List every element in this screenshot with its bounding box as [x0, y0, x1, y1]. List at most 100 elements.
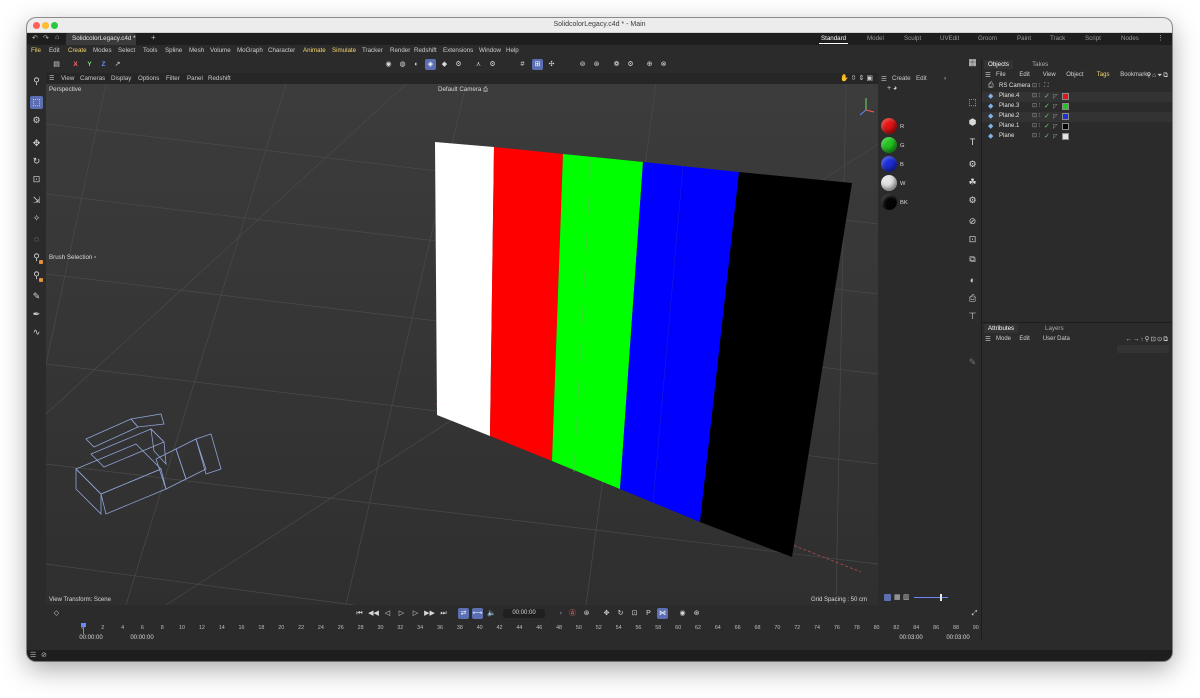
object-name[interactable]: Plane.2	[999, 113, 1019, 119]
spline-object-icon[interactable]: ⊡	[966, 233, 979, 246]
grid-snap-icon[interactable]: #	[517, 59, 528, 70]
enabled-check-icon[interactable]: ✓	[1044, 102, 1050, 110]
material-tag-swatch[interactable]	[1062, 123, 1069, 130]
object-row-rs-camera[interactable]: ⎙RS Camera⊡ ⁝⛶	[982, 82, 1172, 92]
go-to-start-icon[interactable]: ⏮	[354, 608, 365, 619]
back-icon[interactable]: ←	[1125, 336, 1133, 343]
viewport-menu-cameras[interactable]: Cameras	[80, 75, 105, 82]
move-tool-icon[interactable]: ✥	[30, 137, 43, 150]
render-picture-icon[interactable]: ▦	[966, 56, 979, 69]
visibility-toggle-icon[interactable]: ⊡ ⁝	[1032, 82, 1041, 89]
viewport-menu-panel[interactable]: Panel	[187, 75, 203, 82]
menu-help[interactable]: Help	[506, 47, 519, 54]
max-time-field[interactable]: 00:03:00	[943, 634, 973, 643]
3d-viewport[interactable]: Perspective Default Camera ⎙ Brush Selec…	[46, 84, 878, 605]
model-mode-icon[interactable]: ◉	[383, 59, 394, 70]
objects-menu-edit[interactable]: Edit	[1019, 72, 1029, 78]
text-spline-icon[interactable]: T	[966, 136, 979, 149]
rotate-tool-icon[interactable]: ↻	[30, 155, 43, 168]
status-menu-icon[interactable]: ☰	[30, 651, 36, 659]
null-object-icon[interactable]: ⬚	[966, 96, 979, 109]
viewport-menu-filter[interactable]: Filter	[166, 75, 180, 82]
pan-icon[interactable]: ✋	[840, 75, 849, 82]
white-plane[interactable]	[435, 142, 494, 436]
material-swatch[interactable]	[881, 137, 897, 153]
viewport-canvas[interactable]	[46, 84, 878, 605]
brush-selection-icon[interactable]: ⚲	[30, 251, 43, 264]
menu-edit[interactable]: Edit	[49, 47, 60, 54]
polygons-mode-icon[interactable]: ◆	[439, 59, 450, 70]
material-swatch[interactable]	[881, 194, 897, 210]
home-icon[interactable]: ⌂	[55, 34, 59, 41]
previous-frame-icon[interactable]: ◁	[382, 608, 393, 619]
menu-mograph[interactable]: MoGraph	[237, 47, 263, 54]
expand-timeline-icon[interactable]: ⤢	[969, 608, 980, 619]
rotate-key-icon[interactable]: ↻	[615, 608, 626, 619]
deformer-icon[interactable]: ⚙	[966, 194, 979, 207]
workspace-tab-groom[interactable]: Groom	[978, 35, 997, 42]
menu-volume[interactable]: Volume	[210, 47, 231, 54]
transform-tool-icon[interactable]: ⚙	[30, 114, 43, 127]
more-options-icon[interactable]: ⋮	[1157, 34, 1164, 42]
texture-tag-icon[interactable]: ◸	[1053, 103, 1058, 110]
camera-tag-icon[interactable]: ⛶	[1044, 82, 1049, 90]
workspace-tab-script[interactable]: Script	[1085, 35, 1101, 42]
y-axis-lock-button[interactable]: Y	[84, 59, 95, 70]
coordinate-system-icon[interactable]: ↗	[112, 59, 123, 70]
menu-character[interactable]: Character	[268, 47, 295, 54]
object-name[interactable]: RS Camera	[999, 83, 1030, 89]
texture-tag-icon[interactable]: ◸	[1053, 133, 1058, 140]
objects-tab-takes[interactable]: Takes	[1028, 60, 1052, 69]
objects-menu-tags[interactable]: Tags	[1097, 72, 1110, 78]
attributes-menu-icon[interactable]: ☰	[985, 335, 991, 343]
new-window-icon[interactable]: ⧉	[1163, 336, 1169, 343]
viewport-menu-view[interactable]: View	[61, 75, 74, 82]
attributes-menu-user-data[interactable]: User Data	[1043, 336, 1070, 342]
visibility-toggle-icon[interactable]: ⊡ ⁝	[1032, 112, 1041, 119]
live-selection-icon[interactable]: ⚲	[30, 269, 43, 282]
loop-icon[interactable]: ⇄	[458, 608, 469, 619]
uv-mode-icon[interactable]: ⚙	[453, 59, 464, 70]
redo-icon[interactable]: ↷	[43, 34, 49, 42]
picture-viewer-icon[interactable]: ⊕	[644, 59, 655, 70]
move-key-icon[interactable]: ✥	[601, 608, 612, 619]
material-item-bk[interactable]: BK	[881, 194, 961, 211]
texture-tag-icon[interactable]: ◸	[1053, 123, 1058, 130]
object-mode-icon[interactable]: ◍	[397, 59, 408, 70]
paint-brush-icon[interactable]: ✎	[30, 290, 43, 303]
points-mode-icon[interactable]: ◈	[425, 59, 436, 70]
enabled-check-icon[interactable]: ✓	[1044, 112, 1050, 120]
material-menu-edit[interactable]: Edit	[916, 75, 927, 82]
workspace-tab-sculpt[interactable]: Sculpt	[904, 35, 921, 42]
snap-settings-icon[interactable]: ✧	[30, 212, 43, 225]
undo-icon[interactable]: ↶	[32, 34, 38, 42]
go-to-end-icon[interactable]: ⏭	[438, 608, 449, 619]
single-view-icon[interactable]	[884, 594, 891, 601]
visibility-toggle-icon[interactable]: ⊡ ⁝	[1032, 122, 1041, 129]
material-swatch[interactable]	[881, 118, 897, 134]
zoom-slider-track[interactable]	[914, 597, 948, 598]
visibility-toggle-icon[interactable]: ⊡ ⁝	[1032, 102, 1041, 109]
enabled-check-icon[interactable]: ✓	[1044, 132, 1050, 140]
objects-menu-object[interactable]: Object	[1066, 72, 1083, 78]
attributes-menu-mode[interactable]: Mode	[996, 336, 1011, 342]
current-time-field[interactable]: 00:00:00	[503, 609, 545, 618]
menu-tracker[interactable]: Tracker	[362, 47, 383, 54]
object-menu-icon[interactable]: ☰	[985, 71, 991, 79]
menu-tools[interactable]: Tools	[143, 47, 157, 54]
record-icon[interactable]: Ⓐ	[567, 608, 578, 619]
sound-icon[interactable]: 🔈	[486, 608, 497, 619]
material-menu-more-icon[interactable]: ›	[944, 75, 946, 82]
object-row-plane-2[interactable]: ◆Plane.2⊡ ⁝✓◸	[982, 112, 1172, 122]
field-icon[interactable]: ⊘	[966, 215, 979, 228]
menu-redshift[interactable]: Redshift	[414, 47, 437, 54]
viewport-menu-icon[interactable]: ☰	[49, 75, 55, 82]
material-item-r[interactable]: R	[881, 118, 961, 135]
viewport-menu-redshift[interactable]: Redshift	[208, 75, 231, 82]
pen-tool-icon[interactable]: ✒	[30, 308, 43, 321]
object-row-plane-3[interactable]: ◆Plane.3⊡ ⁝✓◸	[982, 102, 1172, 112]
objects-tab-objects[interactable]: Objects	[984, 60, 1013, 69]
enable-snap-icon[interactable]: ⚙	[487, 59, 498, 70]
object-name[interactable]: Plane.3	[999, 103, 1019, 109]
lasso-icon[interactable]: ◌	[30, 233, 43, 246]
